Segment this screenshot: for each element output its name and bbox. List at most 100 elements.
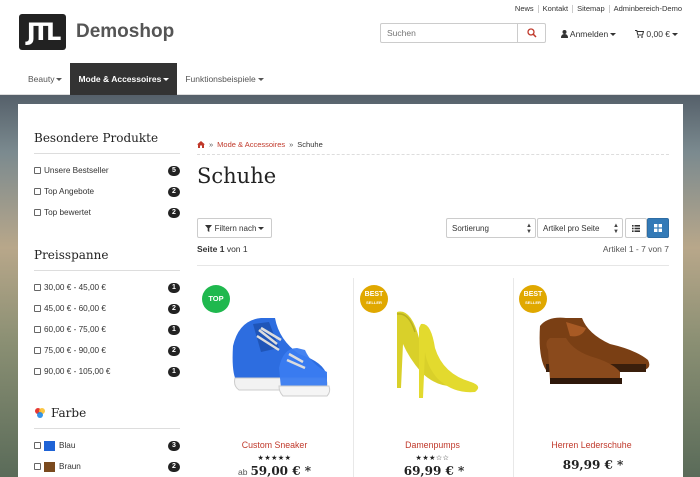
cart-total: 0,00 € [646, 29, 671, 39]
pumps-image [367, 288, 497, 418]
price-value: 89,99 € * [562, 458, 624, 472]
main-nav: Beauty Mode & Accessoires Funktionsbeisp… [0, 63, 700, 95]
page-info: Seite 1 von 1 [197, 244, 248, 254]
user-icon [561, 30, 568, 38]
color-palette-icon [35, 408, 45, 418]
article-count: Artikel 1 - 7 von 7 [602, 244, 669, 254]
product-name[interactable]: Damenpumps [355, 440, 510, 450]
product-badge: TOP [202, 285, 230, 313]
top-links: News Kontakt Sitemap Adminbereich-Demo [511, 0, 700, 17]
product-image[interactable] [526, 288, 656, 418]
count-badge: 2 [168, 345, 180, 356]
account-label: Anmelden [569, 29, 609, 39]
filter-option[interactable]: Blau 3 [34, 435, 180, 456]
product-name[interactable]: Custom Sneaker [197, 440, 352, 450]
search-button[interactable] [517, 24, 545, 42]
product-image[interactable] [209, 288, 339, 418]
filter-option[interactable]: 75,00 € - 90,00 € 2 [34, 340, 180, 361]
link-sitemap[interactable]: Sitemap [572, 4, 609, 13]
nav-item-mode-accessoires[interactable]: Mode & Accessoires [70, 63, 178, 95]
per-page-select[interactable]: Artikel pro Seite ▲ ▼ [537, 218, 623, 238]
filter-option[interactable]: Unsere Bestseller 5 [34, 160, 180, 181]
checkbox[interactable] [34, 326, 41, 333]
page-word: Seite [197, 244, 218, 254]
list-icon [632, 224, 640, 232]
chevron-down-icon [672, 33, 679, 37]
price-value: 69,99 € * [403, 464, 465, 477]
link-admin-demo[interactable]: Adminbereich-Demo [608, 4, 686, 13]
checkbox[interactable] [34, 463, 41, 470]
grid-icon [654, 224, 662, 232]
checkbox[interactable] [34, 347, 41, 354]
cart-menu[interactable]: 0,00 € [635, 29, 679, 39]
filter-label: Top bewertet [44, 208, 91, 217]
checkbox[interactable] [34, 167, 41, 174]
filter-option[interactable]: Braun 2 [34, 456, 180, 477]
divider [197, 265, 669, 266]
product-badge: BEST SELLER [360, 285, 388, 313]
sneaker-image [209, 288, 339, 418]
logo-text: JTL [26, 18, 62, 46]
filter-label: Top Angebote [44, 187, 95, 196]
checkbox[interactable] [34, 368, 41, 375]
filter-title-price: Preisspanne [34, 248, 180, 271]
price-prefix: ab [237, 467, 248, 477]
gallery-view-button[interactable] [647, 218, 669, 238]
count-badge: 3 [168, 440, 180, 451]
checkbox[interactable] [34, 284, 41, 291]
product-image[interactable] [367, 288, 497, 418]
checkbox[interactable] [34, 442, 41, 449]
breadcrumb-link[interactable]: Mode & Accessoires [217, 140, 285, 149]
checkbox[interactable] [34, 305, 41, 312]
product-card[interactable]: BEST SELLER Damenpumps ★★★☆☆ 69,99 € * [355, 278, 510, 477]
filter-button[interactable]: Filtern nach [197, 218, 272, 238]
nav-item-funktionsbeispiele[interactable]: Funktionsbeispiele [177, 63, 271, 95]
home-icon[interactable] [197, 141, 205, 148]
brand-name[interactable]: Demoshop [76, 21, 174, 43]
link-news[interactable]: News [511, 4, 538, 13]
account-menu[interactable]: Anmelden [561, 29, 617, 39]
breadcrumb-current: Schuhe [297, 140, 323, 149]
chevron-down-icon [258, 226, 265, 230]
filter-label: 90,00 € - 105,00 € [44, 367, 111, 376]
filter-option[interactable]: 45,00 € - 60,00 € 2 [34, 298, 180, 319]
sort-select[interactable]: Sortierung ▲ ▼ [446, 218, 536, 238]
filter-icon [204, 224, 212, 232]
count-badge: 2 [168, 461, 180, 472]
filter-option[interactable]: 30,00 € - 45,00 € 1 [34, 277, 180, 298]
count-badge: 1 [168, 366, 180, 377]
filter-title-color-label: Farbe [51, 406, 87, 420]
filter-option[interactable]: Top Angebote 2 [34, 181, 180, 202]
chevron-down-icon [257, 77, 264, 81]
color-swatch [44, 461, 55, 472]
product-card[interactable]: BEST SELLER Herren Lederschuhe 89,99 € * [514, 278, 669, 477]
link-kontakt[interactable]: Kontakt [537, 4, 572, 13]
filter-title-special: Besondere Produkte [34, 131, 180, 154]
search-bar [380, 23, 546, 43]
filter-option[interactable]: 90,00 € - 105,00 € 1 [34, 361, 180, 382]
badge-line-2: SELLER [525, 300, 541, 305]
product-name[interactable]: Herren Lederschuhe [514, 440, 669, 450]
count-badge: 2 [168, 186, 180, 197]
product-price: ab 59,00 € * [197, 464, 352, 477]
list-view-button[interactable] [625, 218, 647, 238]
page-title: Schuhe [197, 164, 277, 188]
breadcrumb-separator: » [209, 140, 214, 149]
filter-title-color: Farbe [34, 406, 180, 429]
select-arrows-icon: ▲ ▼ [526, 223, 532, 235]
filter-label: 30,00 € - 45,00 € [44, 283, 106, 292]
filter-option[interactable]: Top bewertet 2 [34, 202, 180, 223]
product-card[interactable]: TOP Custom Sneaker ★★★★★ ab 59,00 € * [197, 278, 352, 477]
checkbox[interactable] [34, 209, 41, 216]
checkbox[interactable] [34, 188, 41, 195]
badge-line-1: BEST [364, 291, 384, 298]
filter-label: 60,00 € - 75,00 € [44, 325, 106, 334]
search-input[interactable] [381, 24, 517, 42]
nav-item-beauty[interactable]: Beauty [20, 63, 70, 95]
card-divider [353, 278, 354, 477]
per-page-select-value: Artikel pro Seite [543, 223, 600, 233]
logo[interactable]: JTL [19, 14, 66, 50]
filter-option[interactable]: 60,00 € - 75,00 € 1 [34, 319, 180, 340]
breadcrumb: » Mode & Accessoires » Schuhe [197, 140, 669, 155]
rating-stars: ★★★☆☆ [415, 455, 450, 462]
